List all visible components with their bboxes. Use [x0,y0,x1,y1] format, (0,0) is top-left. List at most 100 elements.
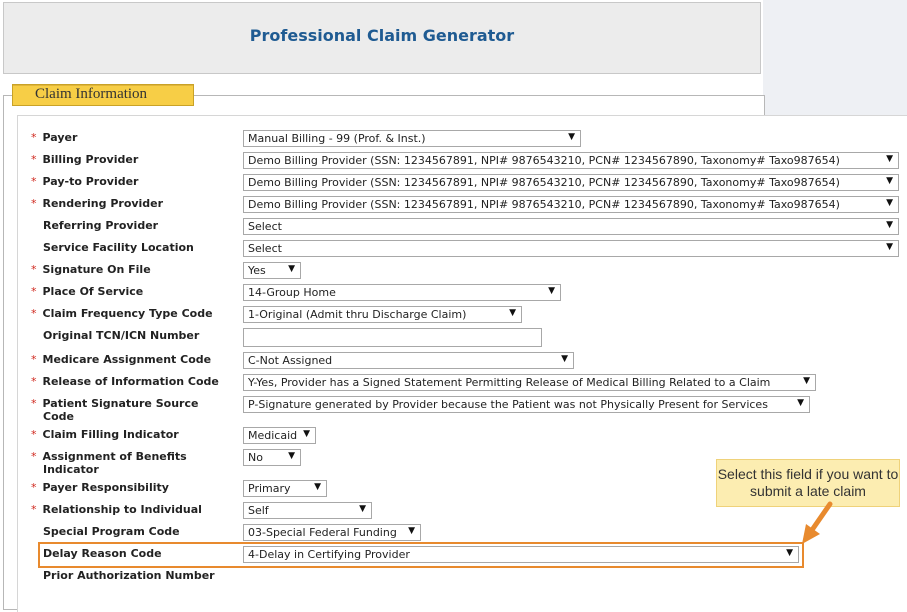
required-marker: * [31,307,37,320]
relationship-select[interactable]: Self ▼ [243,502,372,519]
field-label: Relationship to Individual [42,503,202,516]
select-value: Manual Billing - 99 (Prof. & Inst.) [248,132,426,145]
field-label: Referring Provider [43,219,159,232]
chevron-down-icon: ▼ [886,176,893,186]
field-row-special-program: Special Program Code [43,525,243,538]
required-marker: * [31,481,37,494]
chevron-down-icon: ▼ [561,354,568,364]
select-value: Primary [248,482,291,495]
required-marker: * [31,450,37,463]
select-value: Select [248,242,282,255]
pay-to-provider-select[interactable]: Demo Billing Provider (SSN: 1234567891, … [243,174,899,191]
field-row-original-tcn: Original TCN/ICN Number [43,329,243,342]
field-row-relationship: * Relationship to Individual [31,503,243,516]
patient-signature-source-select[interactable]: P-Signature generated by Provider becaus… [243,396,810,413]
field-row-service-facility: Service Facility Location [43,241,243,254]
required-marker: * [31,285,37,298]
field-row-release-of-information: * Release of Information Code [31,375,243,388]
medicare-assignment-select[interactable]: C-Not Assigned ▼ [243,352,574,369]
chevron-down-icon: ▼ [886,242,893,252]
field-row-claim-filling-indicator: * Claim Filling Indicator [31,428,243,441]
required-marker: * [31,263,37,276]
select-value: 1-Original (Admit thru Discharge Claim) [248,308,467,321]
chevron-down-icon: ▼ [797,398,804,408]
field-label: Release of Information Code [42,375,219,388]
orange-pointer-arrow-icon [802,501,833,544]
field-label: Payer Responsibility [42,481,169,494]
chevron-down-icon: ▼ [803,376,810,386]
assignment-of-benefits-select[interactable]: No ▼ [243,449,301,466]
select-value: Yes [248,264,266,277]
select-value: 03-Special Federal Funding [248,526,397,539]
field-row-payer: * Payer [31,131,243,144]
field-row-claim-frequency: * Claim Frequency Type Code [31,307,243,320]
required-marker: * [31,131,37,144]
required-marker: * [31,153,37,166]
field-label: Claim Frequency Type Code [42,307,213,320]
special-program-select[interactable]: 03-Special Federal Funding ▼ [243,524,421,541]
select-value: Medicaid [248,429,298,442]
header-bar: Professional Claim Generator [3,2,761,74]
field-label: Signature On File [42,263,151,276]
claim-frequency-select[interactable]: 1-Original (Admit thru Discharge Claim) ▼ [243,306,522,323]
field-row-referring-provider: Referring Provider [43,219,243,232]
chevron-down-icon: ▼ [886,220,893,230]
chevron-down-icon: ▼ [408,526,415,536]
field-row-patient-signature-source: * Patient Signature Source Code [31,397,233,423]
payer-select[interactable]: Manual Billing - 99 (Prof. & Inst.) ▼ [243,130,581,147]
chevron-down-icon: ▼ [314,482,321,492]
place-of-service-select[interactable]: 14-Group Home ▼ [243,284,561,301]
chevron-down-icon: ▼ [303,429,310,439]
required-marker: * [31,397,37,410]
chevron-down-icon: ▼ [886,154,893,164]
field-label: Special Program Code [43,525,180,538]
field-label: Place Of Service [42,285,144,298]
delay-reason-highlight [38,542,804,568]
field-row-prior-authorization: Prior Authorization Number [43,569,243,582]
service-facility-select[interactable]: Select ▼ [243,240,899,257]
select-value: C-Not Assigned [248,354,333,367]
field-row-medicare-assignment: * Medicare Assignment Code [31,353,243,366]
field-label: Claim Filling Indicator [42,428,179,441]
select-value: Demo Billing Provider (SSN: 1234567891, … [248,176,840,189]
field-row-signature-on-file: * Signature On File [31,263,243,276]
required-marker: * [31,428,37,441]
select-value: 14-Group Home [248,286,336,299]
field-label: Billing Provider [42,153,139,166]
select-value: Select [248,220,282,233]
payer-responsibility-select[interactable]: Primary ▼ [243,480,327,497]
chevron-down-icon: ▼ [886,198,893,208]
chevron-down-icon: ▼ [509,308,516,318]
field-label: Patient Signature Source Code [42,397,199,423]
field-label: Medicare Assignment Code [42,353,212,366]
field-row-pay-to-provider: * Pay-to Provider [31,175,243,188]
required-marker: * [31,175,37,188]
field-label: Service Facility Location [43,241,194,254]
field-row-billing-provider: * Billing Provider [31,153,243,166]
field-label: Assignment of Benefits Indicator [42,450,187,476]
required-marker: * [31,353,37,366]
select-value: Demo Billing Provider (SSN: 1234567891, … [248,154,840,167]
section-legend: Claim Information [12,84,194,106]
page-title: Professional Claim Generator [249,26,515,45]
required-marker: * [31,503,37,516]
original-tcn-input[interactable] [243,328,542,347]
required-marker: * [31,197,37,210]
field-label: Payer [42,131,78,144]
signature-on-file-select[interactable]: Yes ▼ [243,262,301,279]
field-row-rendering-provider: * Rendering Provider [31,197,243,210]
billing-provider-select[interactable]: Demo Billing Provider (SSN: 1234567891, … [243,152,899,169]
claim-filling-indicator-select[interactable]: Medicaid ▼ [243,427,316,444]
field-label: Original TCN/ICN Number [43,329,200,342]
field-label: Rendering Provider [42,197,164,210]
chevron-down-icon: ▼ [288,264,295,274]
chevron-down-icon: ▼ [568,132,575,142]
select-value: Self [248,504,269,517]
rendering-provider-select[interactable]: Demo Billing Provider (SSN: 1234567891, … [243,196,899,213]
field-label: Pay-to Provider [42,175,139,188]
select-value: P-Signature generated by Provider becaus… [248,398,768,411]
field-label: Prior Authorization Number [43,569,215,582]
referring-provider-select[interactable]: Select ▼ [243,218,899,235]
release-of-information-select[interactable]: Y-Yes, Provider has a Signed Statement P… [243,374,816,391]
chevron-down-icon: ▼ [548,286,555,296]
